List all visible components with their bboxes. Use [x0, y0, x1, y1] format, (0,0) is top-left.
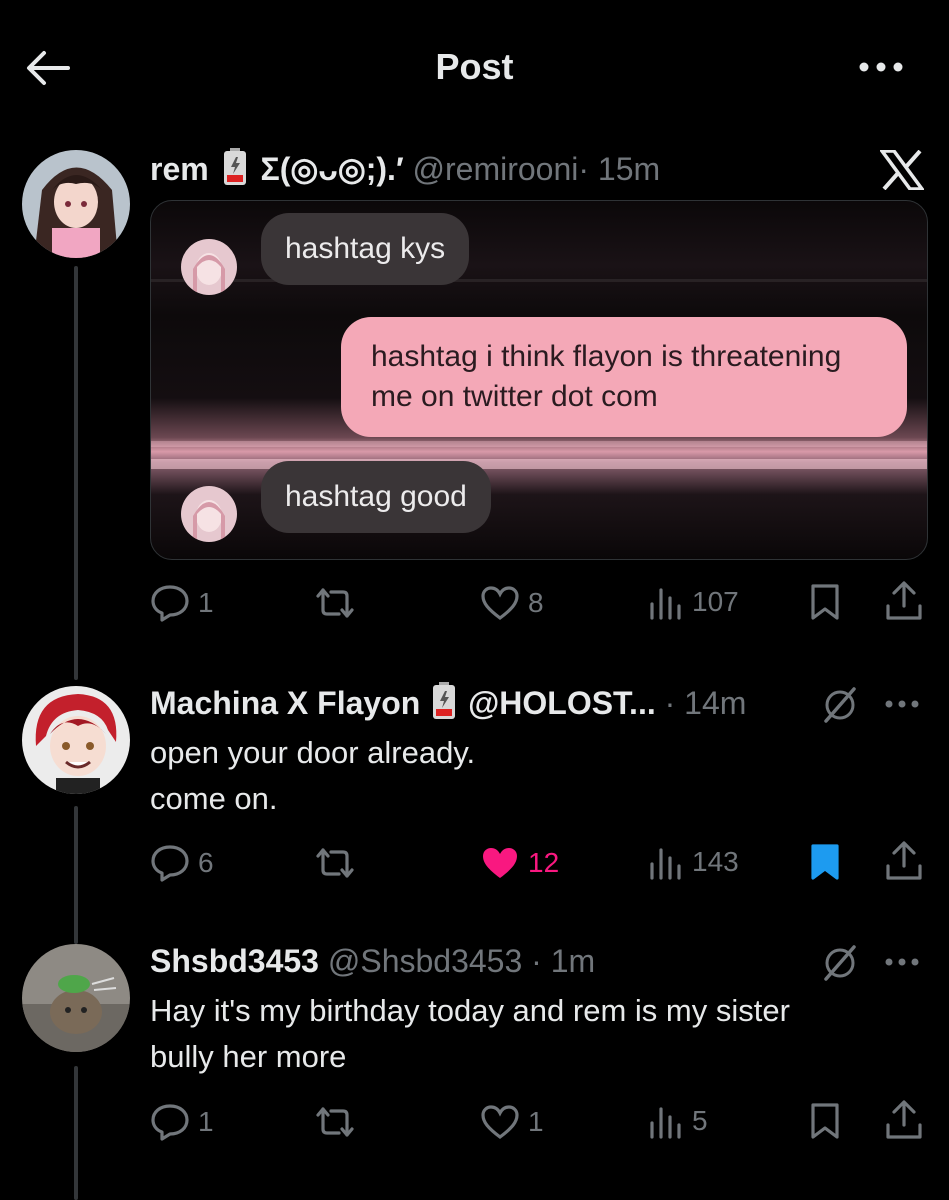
tweet-header: rem Σ(◎ᴗ◎;).′ @remirooni· 15m	[150, 148, 660, 195]
retweet-button[interactable]	[312, 846, 358, 880]
bookmark-button[interactable]	[808, 843, 842, 881]
retweet-icon	[316, 848, 354, 878]
retweet-button[interactable]	[312, 1105, 358, 1139]
heart-outline-icon	[481, 1105, 519, 1140]
like-button[interactable]: 12	[480, 845, 559, 881]
timestamp[interactable]: · 14m	[665, 685, 747, 721]
view-count: 107	[692, 586, 739, 617]
handle[interactable]: @Shsbd3453	[328, 943, 522, 979]
display-name[interactable]: Shsbd3453	[150, 943, 319, 979]
display-name-suffix: Σ(◎ᴗ◎;).′	[260, 151, 404, 187]
reply-icon	[151, 845, 189, 882]
share-icon	[886, 581, 922, 620]
tweet-text: open your door already. come on.	[150, 730, 475, 822]
chat-bubble: hashtag good	[261, 461, 491, 533]
tweet-text-line: come on.	[150, 781, 278, 816]
handle[interactable]: @remirooni	[413, 151, 579, 187]
battery-emoji-icon	[431, 682, 457, 729]
tweet-text-line: bully her more	[150, 1039, 347, 1074]
timestamp[interactable]: · 1m	[531, 943, 595, 979]
x-logo-icon	[878, 149, 926, 195]
chat-bubble: hashtag kys	[261, 213, 470, 285]
retweet-button[interactable]	[312, 586, 358, 620]
tweet-text-line: open your door already.	[150, 735, 476, 770]
view-count: 5	[692, 1105, 708, 1136]
tweet-header: Machina X Flayon @HOLOST... · 14m	[150, 682, 746, 729]
views-button[interactable]: 107	[648, 584, 739, 620]
reply-icon	[151, 585, 189, 622]
page-title: Post	[435, 46, 514, 87]
avatar[interactable]	[22, 150, 130, 258]
views-button[interactable]: 143	[648, 844, 739, 880]
more-options-button[interactable]	[856, 52, 906, 82]
chat-bubble: hashtag i think flayon is threatening me…	[341, 317, 907, 437]
grok-icon[interactable]	[820, 686, 860, 729]
retweet-icon	[316, 588, 354, 618]
reply-button[interactable]: 6	[150, 844, 214, 882]
reply-count: 1	[198, 587, 214, 618]
timestamp[interactable]: · 15m	[578, 151, 660, 187]
like-count: 12	[528, 847, 560, 878]
bookmark-outline-icon	[811, 584, 839, 620]
like-count: 8	[528, 587, 544, 618]
more-horizontal-icon	[885, 958, 919, 966]
battery-emoji-icon	[222, 148, 248, 195]
avatar[interactable]	[22, 686, 130, 794]
retweet-icon	[316, 1107, 354, 1137]
tweet-more-button[interactable]	[884, 697, 920, 716]
like-button[interactable]: 8	[480, 585, 544, 621]
reply-button[interactable]: 1	[150, 584, 214, 622]
reply-button[interactable]: 1	[150, 1103, 214, 1141]
bookmark-filled-icon	[811, 844, 839, 880]
tweet-more-button[interactable]	[884, 955, 920, 974]
views-bar-chart-icon	[650, 848, 681, 880]
more-horizontal-icon	[885, 700, 919, 708]
like-count: 1	[528, 1106, 544, 1137]
share-button[interactable]	[884, 1099, 924, 1141]
share-icon	[886, 1100, 922, 1139]
like-button[interactable]: 1	[480, 1104, 544, 1140]
reply-icon	[151, 1104, 189, 1141]
heart-outline-icon	[481, 586, 519, 621]
display-name[interactable]: Machina X Flayon	[150, 685, 420, 721]
media-image[interactable]: hashtag kys hashtag i think flayon is th…	[150, 200, 928, 560]
tweet-header: Shsbd3453 @Shsbd3453 · 1m	[150, 941, 595, 981]
views-button[interactable]: 5	[648, 1103, 708, 1139]
reply-count: 6	[198, 847, 214, 878]
tweet-text-line: Hay it's my birthday today and rem is my…	[150, 993, 790, 1028]
grok-icon[interactable]	[820, 944, 860, 987]
bookmark-button[interactable]	[808, 1102, 842, 1140]
share-button[interactable]	[884, 580, 924, 622]
more-horizontal-icon	[859, 62, 903, 72]
chat-avatar	[181, 486, 237, 542]
share-button[interactable]	[884, 840, 924, 882]
handle[interactable]: @HOLOST...	[468, 685, 656, 721]
bookmark-button[interactable]	[808, 583, 842, 621]
chat-avatar	[181, 239, 237, 295]
reply-count: 1	[198, 1106, 214, 1137]
avatar[interactable]	[22, 944, 130, 1052]
views-bar-chart-icon	[650, 588, 681, 620]
views-bar-chart-icon	[650, 1107, 681, 1139]
tweet-text: Hay it's my birthday today and rem is my…	[150, 988, 790, 1080]
bookmark-outline-icon	[811, 1103, 839, 1139]
view-count: 143	[692, 846, 739, 877]
share-icon	[886, 841, 922, 880]
heart-filled-icon	[483, 848, 517, 878]
display-name[interactable]: rem	[150, 151, 209, 187]
